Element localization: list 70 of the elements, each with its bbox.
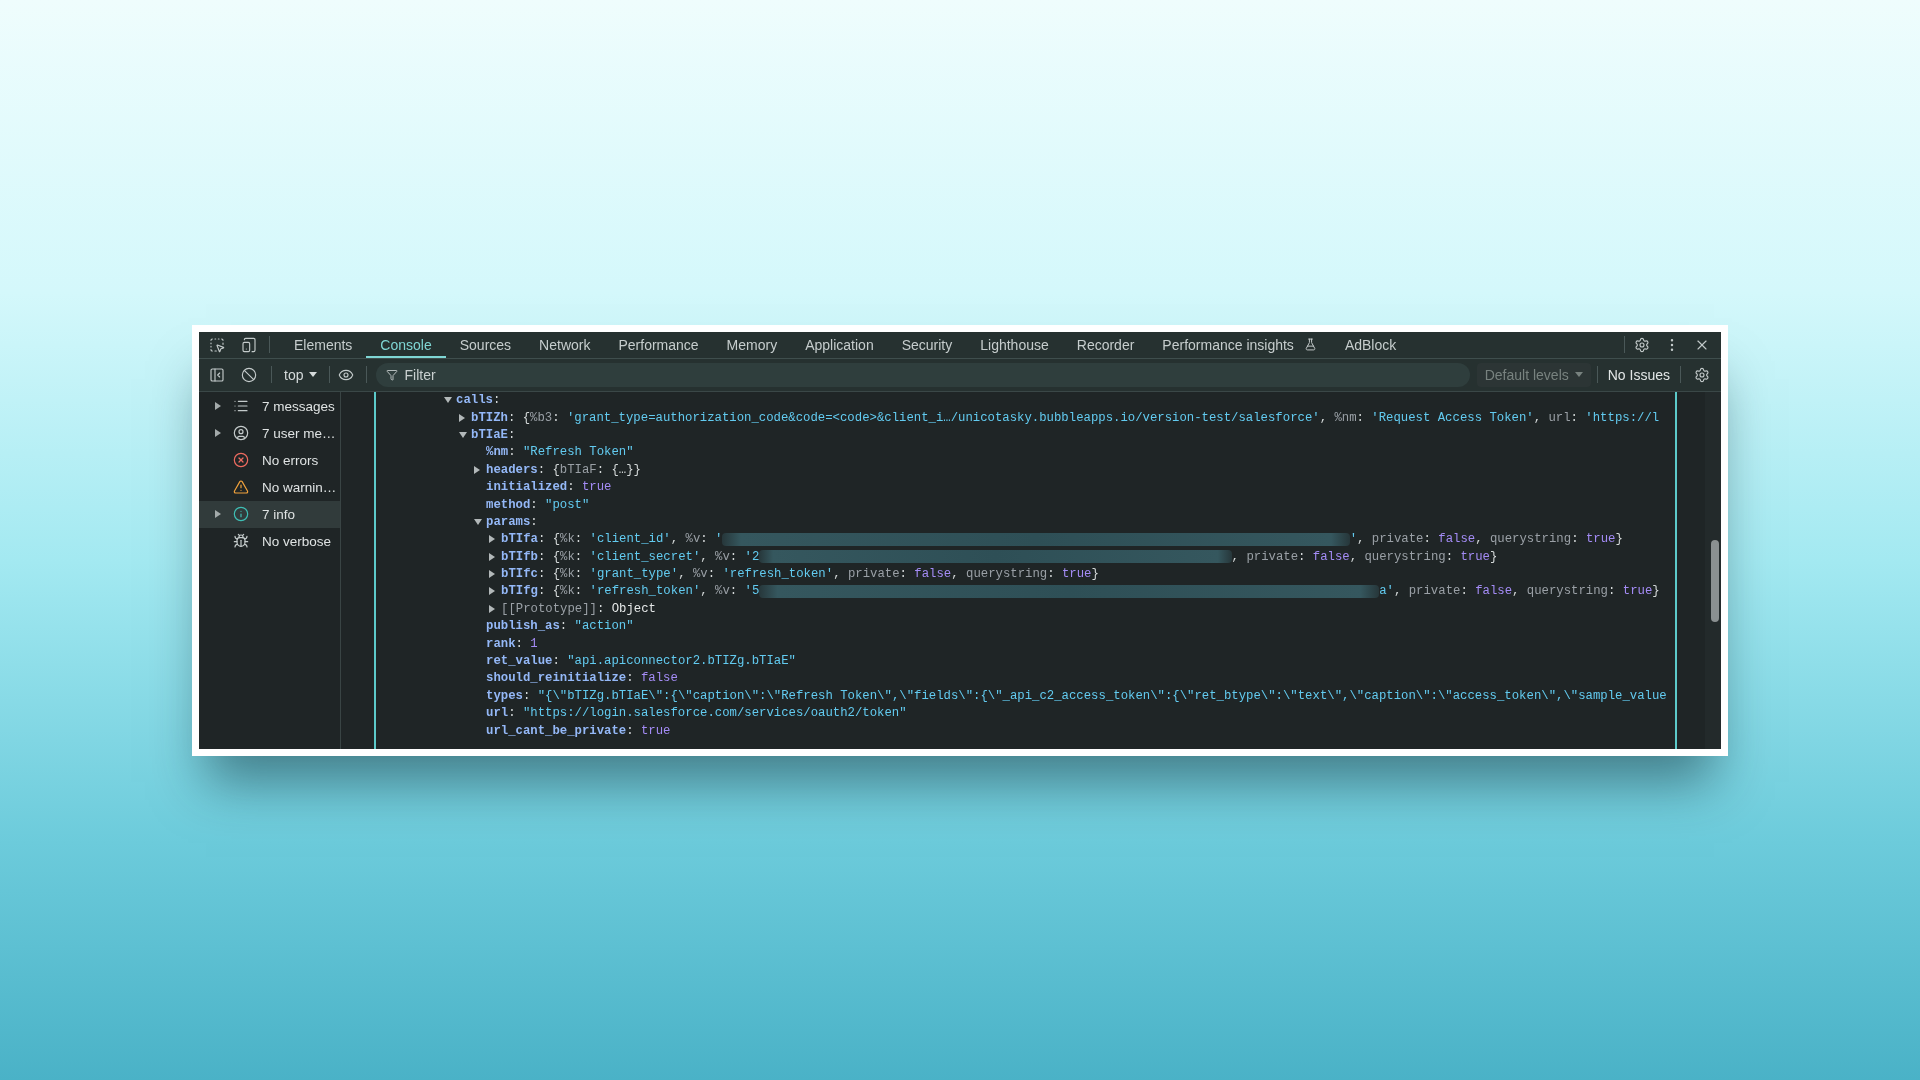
property-text: method: "post" [486,497,590,512]
property-text: a', private: false, querystring: true} [1379,584,1660,599]
tab[interactable]: Elements [280,331,367,358]
sidebar-item[interactable]: No warnin… [199,473,340,501]
property-text: types: "{\"bTIZg.bTIaE\":{\"caption\":\"Refresh Token\",\"fields\":{\"_api_c2_access_token\":{\"ret_btype\":\"text\",\"caption\":\"access_token\",\"sample_value [486,688,1667,703]
sidebar-item[interactable]: 7 user me… [199,419,340,447]
x-circle-icon [233,452,249,468]
disclosure-triangle-icon[interactable] [489,604,495,613]
list-icon [233,398,249,414]
sidebar-item[interactable]: No verbose [199,527,340,555]
disclosure-triangle-icon[interactable] [489,587,495,596]
property-text: params: [486,514,538,529]
dashed-square-cursor-icon[interactable] [209,336,225,353]
sidebar-panel-icon[interactable] [209,366,225,383]
tab[interactable]: Network [525,331,605,358]
sidebar-item[interactable]: 7 messages [199,392,340,420]
property-text: bTIfg: {%k: 'refresh_token', %v: '5 [501,584,760,599]
disclosure-triangle-icon[interactable] [444,397,452,404]
tab[interactable]: Performance [604,331,713,358]
property-text: %nm: "Refresh Token" [486,445,634,460]
property-text: ret_value: "api.apiconnector2.bTIZg.bTIaE" [486,654,796,669]
property-text: headers: {bTIaF: {…}} [486,462,641,477]
property-text: url_cant_be_private: true [486,723,671,738]
disclosure-triangle-icon[interactable] [474,465,480,474]
tab[interactable]: AdBlock [1330,331,1411,358]
context-selector[interactable]: top [278,362,324,387]
funnel-icon [386,368,399,381]
settings-icon[interactable] [1694,366,1710,383]
tab[interactable]: Application [791,331,888,358]
property-text: calls: [456,393,501,408]
scrollbar-thumb[interactable] [1711,539,1719,622]
tab[interactable]: Memory [712,331,792,358]
tab[interactable]: Console [366,331,446,358]
circle-slash-icon[interactable] [241,366,257,383]
property-text: initialized: true [486,480,612,495]
tab[interactable]: Performance insights [1148,331,1331,358]
tab[interactable]: Lighthouse [966,331,1063,358]
property-text: rank: 1 [486,636,538,651]
disclosure-triangle-icon[interactable] [489,535,495,544]
issues-button[interactable]: No Issues [1603,362,1674,387]
property-text: bTIaE: [471,427,516,442]
property-text: bTIfa: {%k: 'client_id', %v: ' [501,532,723,547]
tab[interactable]: Security [887,331,967,358]
tab[interactable]: Sources [445,331,526,358]
property-text: ', private: false, querystring: true} [1349,532,1623,547]
user-circle-icon [233,425,249,441]
disclosure-triangle-icon[interactable] [489,570,495,579]
tab[interactable]: Recorder [1062,331,1149,358]
caret-down-icon [1574,372,1583,377]
settings-icon[interactable] [1634,336,1650,353]
property-text: url: "https://login.salesforce.com/services/oauth2/token" [486,706,907,721]
disclosure-triangle-icon[interactable] [489,552,495,561]
warning-icon [233,479,249,495]
caret-down-icon [309,372,318,377]
filter-field[interactable]: Filter [376,362,1470,387]
disclosure-triangle-icon[interactable] [459,431,467,438]
property-text: bTIfb: {%k: 'client_secret', %v: '2 [501,549,760,564]
property-text: , private: false, querystring: true} [1231,549,1498,564]
phone-tablet-icon[interactable] [241,336,257,353]
bug-icon [233,533,249,549]
property-text: should_reinitialize: false [486,671,678,686]
sidebar-item[interactable]: No errors [199,446,340,474]
property-text: bTIZh: {%b3: 'grant_type=authorization_code&code=<code>&client_i…/unicotasky.bubbleapps.io/version-test/salesforce', %nm: 'Request Access Token', url: 'https://l [471,410,1660,425]
info-icon [233,506,249,522]
property-text: bTIfc: {%k: 'grant_type', %v: 'refresh_token', private: false, querystring: true} [501,567,1099,582]
disclosure-triangle-icon[interactable] [474,518,482,525]
property-text: [[Prototype]]: Object [501,601,656,616]
sidebar-item[interactable]: 7 info [199,500,340,528]
property-text: publish_as: "action" [486,619,634,634]
disclosure-triangle-icon[interactable] [459,413,465,422]
